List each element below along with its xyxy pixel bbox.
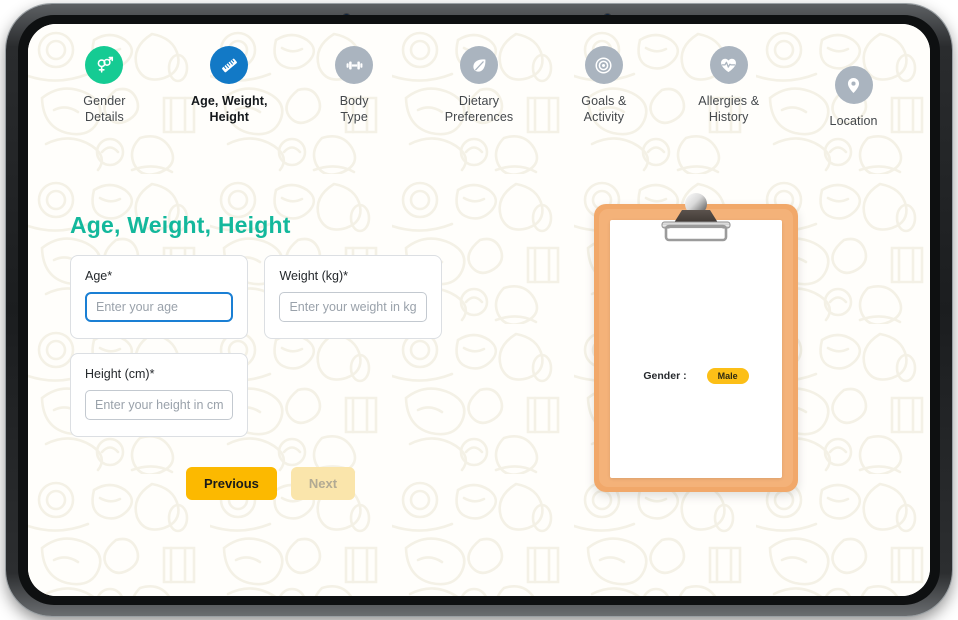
previous-button[interactable]: Previous xyxy=(186,467,277,500)
age-input[interactable] xyxy=(85,292,233,322)
gender-value-badge: Male xyxy=(707,368,749,384)
onboarding-stepper: Gender Details Age, Weight, Heig xyxy=(28,46,930,158)
age-field-label: Age* xyxy=(85,269,233,283)
stepper-label: Allergies & History xyxy=(698,93,759,125)
stepper-label: Goals & Activity xyxy=(581,93,626,125)
height-field-card: Height (cm)* xyxy=(70,353,248,437)
stepper-label: Body Type xyxy=(340,93,369,125)
stepper-label: Dietary Preferences xyxy=(445,93,514,125)
next-button[interactable]: Next xyxy=(291,467,355,500)
leaf-icon xyxy=(460,46,498,84)
gender-summary-row: Gender : Male xyxy=(610,368,782,384)
stepper-item-goals-activity[interactable]: Goals & Activity xyxy=(541,46,666,125)
gender-label: Gender : xyxy=(643,370,686,382)
dumbbell-icon xyxy=(335,46,373,84)
stepper-item-allergies-history[interactable]: Allergies & History xyxy=(666,46,791,125)
weight-field-label: Weight (kg)* xyxy=(279,269,427,283)
ruler-icon xyxy=(210,46,248,84)
clipboard-illustration: Gender : Male xyxy=(594,204,798,492)
weight-field-card: Weight (kg)* xyxy=(264,255,442,339)
main-content: Age, Weight, Height Age* Weight (kg)* He… xyxy=(28,164,930,596)
clipboard-paper: Gender : Male xyxy=(610,220,782,478)
stepper-label: Location xyxy=(830,113,878,129)
stepper-item-location[interactable]: Location xyxy=(791,66,916,129)
stepper-label: Gender Details xyxy=(83,93,125,125)
stepper-item-gender-details[interactable]: Gender Details xyxy=(42,46,167,125)
map-pin-icon xyxy=(835,66,873,104)
heart-pulse-icon xyxy=(710,46,748,84)
stepper-item-age-weight-height[interactable]: Age, Weight, Height xyxy=(167,46,292,125)
device-screen: Gender Details Age, Weight, Heig xyxy=(28,24,930,596)
form-button-row: Previous Next xyxy=(186,467,470,500)
gender-symbols-icon xyxy=(85,46,123,84)
height-input[interactable] xyxy=(85,390,233,420)
stepper-item-body-type[interactable]: Body Type xyxy=(292,46,417,125)
tablet-device-frame: Gender Details Age, Weight, Heig xyxy=(6,4,952,616)
age-field-card: Age* xyxy=(70,255,248,339)
age-weight-height-form: Age, Weight, Height Age* Weight (kg)* He… xyxy=(70,212,470,500)
height-field-label: Height (cm)* xyxy=(85,367,233,381)
page-title: Age, Weight, Height xyxy=(70,212,470,239)
stepper-label: Age, Weight, Height xyxy=(191,93,268,125)
stepper-item-dietary-preferences[interactable]: Dietary Preferences xyxy=(417,46,542,125)
target-icon xyxy=(585,46,623,84)
clipboard-clip-icon xyxy=(644,192,748,248)
weight-input[interactable] xyxy=(279,292,427,322)
